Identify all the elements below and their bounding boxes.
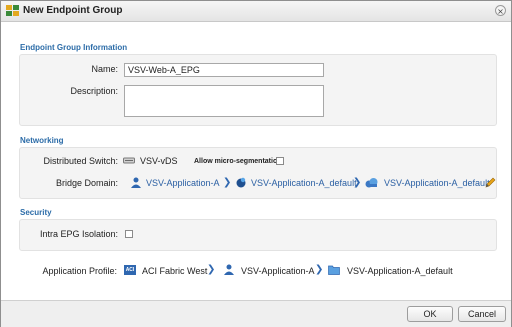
endpoint-group-icon (6, 5, 19, 16)
bridge-tenant-link[interactable]: VSV-Application-A (146, 178, 220, 188)
chevron-right-icon: ❯ (223, 177, 232, 188)
dialog-footer: OK Cancel (1, 300, 511, 327)
description-textarea[interactable] (124, 85, 324, 117)
dialog-title: New Endpoint Group (23, 5, 123, 16)
name-label: Name: (91, 64, 118, 74)
section-title-networking: Networking (20, 136, 64, 145)
micro-segmentation-checkbox[interactable] (276, 157, 284, 165)
description-label: Description: (70, 86, 118, 96)
section-title-security: Security (20, 208, 52, 217)
aci-fabric-value: ACI Fabric West (142, 266, 208, 276)
chevron-right-icon: ❯ (315, 264, 324, 275)
intra-epg-isolation-label: Intra EPG Isolation: (39, 229, 118, 239)
vrf-icon (236, 177, 246, 188)
tenant-icon (131, 177, 141, 188)
section-title-endpoint-group: Endpoint Group Information (20, 43, 128, 52)
application-profile-label: Application Profile: (42, 266, 117, 276)
new-endpoint-group-dialog: New Endpoint Group × Endpoint Group Info… (0, 0, 512, 327)
close-icon[interactable]: × (495, 5, 506, 16)
aci-fabric-icon: ACI (124, 265, 136, 275)
distributed-switch-value: VSV-vDS (140, 156, 178, 166)
endpoint-group-section: Name: Description: (19, 54, 497, 126)
chevron-right-icon: ❯ (353, 177, 362, 188)
title-bar[interactable]: New Endpoint Group × (1, 1, 511, 22)
app-profile-value: VSV-Application-A_default (347, 266, 453, 276)
bridge-domain-label: Bridge Domain: (55, 178, 118, 188)
name-input[interactable] (124, 63, 324, 77)
edit-pencil-icon[interactable] (485, 177, 496, 188)
intra-epg-isolation-checkbox[interactable] (125, 230, 133, 238)
ok-button[interactable]: OK (407, 306, 453, 322)
bridge-domain-link[interactable]: VSV-Application-A_default (384, 178, 490, 188)
application-profile-icon (328, 265, 340, 275)
tenant-icon (224, 264, 234, 275)
bridge-domain-icon (365, 178, 378, 188)
chevron-right-icon: ❯ (207, 264, 216, 275)
security-section: Intra EPG Isolation: (19, 219, 497, 251)
micro-segmentation-label: Allow micro-segmentation: (194, 158, 284, 165)
app-tenant-value: VSV-Application-A (241, 266, 315, 276)
bridge-vrf-link[interactable]: VSV-Application-A_default (251, 178, 357, 188)
switch-icon (123, 157, 135, 164)
cancel-button[interactable]: Cancel (458, 306, 506, 322)
distributed-switch-label: Distributed Switch: (43, 156, 118, 166)
networking-section: Distributed Switch: VSV-vDS Allow micro-… (19, 147, 497, 199)
